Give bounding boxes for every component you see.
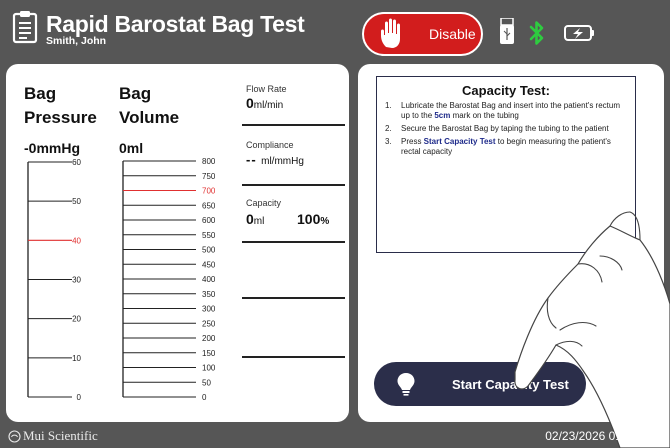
- divider: [242, 241, 345, 243]
- start-capacity-test-label: Start Capacity Test: [452, 376, 569, 392]
- instructions-list: 1. Lubricate the Barostat Bag and insert …: [385, 101, 627, 157]
- volume-tick-label: 750: [202, 172, 216, 181]
- capacity-percent-unit: %: [320, 216, 330, 227]
- battery-charging-icon: [564, 25, 594, 41]
- divider: [242, 184, 345, 186]
- compliance-value: --: [246, 152, 257, 167]
- pressure-tick-label: 60: [72, 158, 81, 167]
- patient-name: Smith, John: [46, 35, 107, 47]
- capacity-unit: ml: [253, 216, 265, 227]
- compliance-label: Compliance: [246, 140, 294, 150]
- gauges: 6050403020100800750700650600550500450400…: [27, 157, 216, 402]
- app-title: Rapid Barostat Bag Test: [46, 11, 305, 37]
- volume-tick-label: 0: [202, 393, 207, 402]
- divider: [242, 356, 345, 358]
- brand-name: Mui Scientific: [23, 428, 98, 443]
- volume-tick-label: 300: [202, 305, 216, 314]
- disable-button[interactable]: Disable: [362, 12, 483, 56]
- pressure-tick-label: 50: [72, 197, 81, 206]
- instruction-step: 2. Secure the Barostat Bag by taping the …: [385, 124, 627, 134]
- volume-tick-label: 800: [202, 157, 216, 166]
- instruction-highlight: 5cm: [434, 111, 451, 120]
- pressure-tick-label: 40: [72, 236, 81, 245]
- divider: [242, 297, 345, 299]
- instruction-step-number: 1.: [385, 101, 392, 110]
- volume-tick-label: 650: [202, 201, 216, 210]
- instruction-step-text: Lubricate the Barostat Bag and insert in…: [401, 101, 620, 120]
- instructions-box: Capacity Test: 1. Lubricate the Barostat …: [376, 76, 636, 253]
- stop-hand-icon: [381, 18, 400, 48]
- instructions-title: Capacity Test:: [462, 83, 550, 98]
- flow-rate-value: 0: [246, 95, 254, 111]
- volume-tick-label: 250: [202, 319, 216, 328]
- instruction-step: 3. Press Start Capacity Test to begin mea…: [385, 137, 627, 157]
- mui-logo-icon: [8, 429, 21, 443]
- capacity-label: Capacity: [246, 198, 282, 208]
- lightbulb-icon: [397, 373, 415, 396]
- measurement-panel: Bag Pressure -0mmHg Bag Volume 0ml 60 50 4…: [6, 64, 349, 422]
- volume-tick-label: 600: [202, 216, 216, 225]
- clipboard-icon: [12, 11, 38, 44]
- instruction-step-number: 2.: [385, 124, 392, 133]
- compliance-unit: ml/mmHg: [261, 156, 304, 167]
- instruction-highlight: Start Capacity Test: [423, 137, 496, 146]
- divider: [242, 124, 345, 126]
- instruction-step-text: Secure the Barostat Bag by taping the tu…: [401, 124, 609, 133]
- compliance-readout: -- ml/mmHg: [246, 151, 304, 169]
- pressure-tick-label: 30: [72, 276, 81, 285]
- volume-tick-label: 200: [202, 334, 216, 343]
- volume-tick-label: 400: [202, 275, 216, 284]
- volume-tick-label: 500: [202, 246, 216, 255]
- datetime: 02/23/2026 01:49 PM: [545, 429, 660, 443]
- capacity-value: 0: [246, 211, 254, 227]
- volume-tick-label: 50: [202, 378, 211, 387]
- flow-rate-unit: ml/min: [253, 100, 284, 111]
- flow-rate-readout: 0ml/min: [246, 95, 283, 113]
- brand: Mui Scientific: [8, 428, 98, 444]
- start-capacity-test-button[interactable]: Start Capacity Test: [374, 362, 586, 406]
- volume-tick-label: 100: [202, 364, 216, 373]
- volume-tick-label: 150: [202, 349, 216, 358]
- usb-icon: [500, 18, 514, 44]
- volume-tick-label: 550: [202, 231, 216, 240]
- capacity-percent: 100: [297, 211, 321, 227]
- instruction-step-number: 3.: [385, 137, 392, 146]
- disable-label: Disable: [429, 26, 476, 42]
- pressure-tick-label: 0: [77, 393, 82, 402]
- volume-tick-label: 350: [202, 290, 216, 299]
- flow-rate-label: Flow Rate: [246, 84, 287, 94]
- header-bar: Rapid Barostat Bag Test Smith, John Disa…: [0, 0, 670, 62]
- instructions-panel: Capacity Test: 1. Lubricate the Barostat …: [358, 64, 664, 422]
- pressure-tick-label: 20: [72, 315, 81, 324]
- bluetooth-icon: [529, 21, 544, 45]
- volume-tick-label: 450: [202, 260, 216, 269]
- volume-tick-label: 700: [202, 187, 216, 196]
- capacity-percent-readout: 100%: [297, 211, 329, 229]
- capacity-readout: 0ml 100%: [246, 211, 346, 229]
- instruction-step: 1. Lubricate the Barostat Bag and insert …: [385, 101, 627, 121]
- instruction-step-text: Press Start Capacity Test to begin measu…: [401, 137, 611, 156]
- pressure-tick-label: 10: [72, 354, 81, 363]
